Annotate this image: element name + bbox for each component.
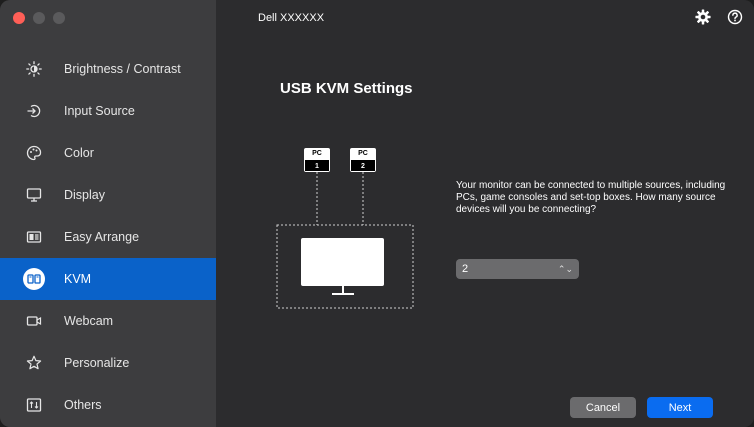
sidebar-item-label: Color <box>64 146 94 160</box>
device-name: Dell XXXXXX <box>258 12 325 24</box>
app-window: Brightness / Contrast Input Source Color… <box>0 0 754 427</box>
sidebar-item-label: KVM <box>64 272 92 286</box>
monitor-icon <box>24 185 44 205</box>
sidebar-item-color[interactable]: Color <box>0 132 216 174</box>
help-icon[interactable] <box>726 8 744 26</box>
window-controls <box>13 12 65 24</box>
sidebar-item-label: Brightness / Contrast <box>64 62 181 76</box>
source-count-select[interactable]: 2 ⌃⌄ <box>456 259 579 279</box>
zoom-window-button[interactable] <box>53 12 65 24</box>
pc-1-label: PC <box>304 148 330 159</box>
close-window-button[interactable] <box>13 12 25 24</box>
sidebar-item-personalize[interactable]: Personalize <box>0 342 216 384</box>
palette-icon <box>24 143 44 163</box>
source-count-value: 2 <box>462 263 469 275</box>
pc-2-label: PC <box>350 148 376 159</box>
pc-2-tag: PC 2 <box>350 148 376 172</box>
sidebar-item-input-source[interactable]: Input Source <box>0 90 216 132</box>
sidebar-item-brightness-contrast[interactable]: Brightness / Contrast <box>0 48 216 90</box>
cancel-button[interactable]: Cancel <box>570 397 636 418</box>
sidebar-item-kvm[interactable]: KVM <box>0 258 216 300</box>
sidebar-item-label: Display <box>64 188 105 202</box>
pc-1-number: 1 <box>304 159 330 172</box>
chevron-updown-icon: ⌃⌄ <box>557 263 573 274</box>
input-source-icon <box>24 101 44 121</box>
kvm-icon <box>23 268 45 290</box>
pc-2-number: 2 <box>350 159 376 172</box>
layout-icon <box>24 227 44 247</box>
others-icon <box>24 395 44 415</box>
main-panel: Dell XXXXXX USB KVM Settings PC 1 PC 2 Y… <box>216 0 754 427</box>
webcam-icon <box>24 311 44 331</box>
minimize-window-button[interactable] <box>33 12 45 24</box>
sidebar-item-label: Personalize <box>64 356 130 370</box>
kvm-connection-diagram: PC 1 PC 2 <box>272 142 418 312</box>
pc-1-tag: PC 1 <box>304 148 330 172</box>
diagram-lines <box>276 172 414 309</box>
sidebar-item-label: Easy Arrange <box>64 230 140 244</box>
sidebar-item-label: Others <box>64 398 102 412</box>
star-icon <box>24 353 44 373</box>
page-title: USB KVM Settings <box>280 80 413 97</box>
kvm-description: Your monitor can be connected to multipl… <box>456 180 726 215</box>
sidebar-item-webcam[interactable]: Webcam <box>0 300 216 342</box>
brightness-icon <box>24 59 44 79</box>
sidebar: Brightness / Contrast Input Source Color… <box>0 0 216 427</box>
sidebar-item-display[interactable]: Display <box>0 174 216 216</box>
sidebar-nav: Brightness / Contrast Input Source Color… <box>0 48 216 426</box>
gear-icon[interactable] <box>694 8 712 26</box>
sidebar-item-others[interactable]: Others <box>0 384 216 426</box>
next-button[interactable]: Next <box>647 397 713 418</box>
sidebar-item-label: Input Source <box>64 104 135 118</box>
sidebar-item-label: Webcam <box>64 314 114 328</box>
sidebar-item-easy-arrange[interactable]: Easy Arrange <box>0 216 216 258</box>
